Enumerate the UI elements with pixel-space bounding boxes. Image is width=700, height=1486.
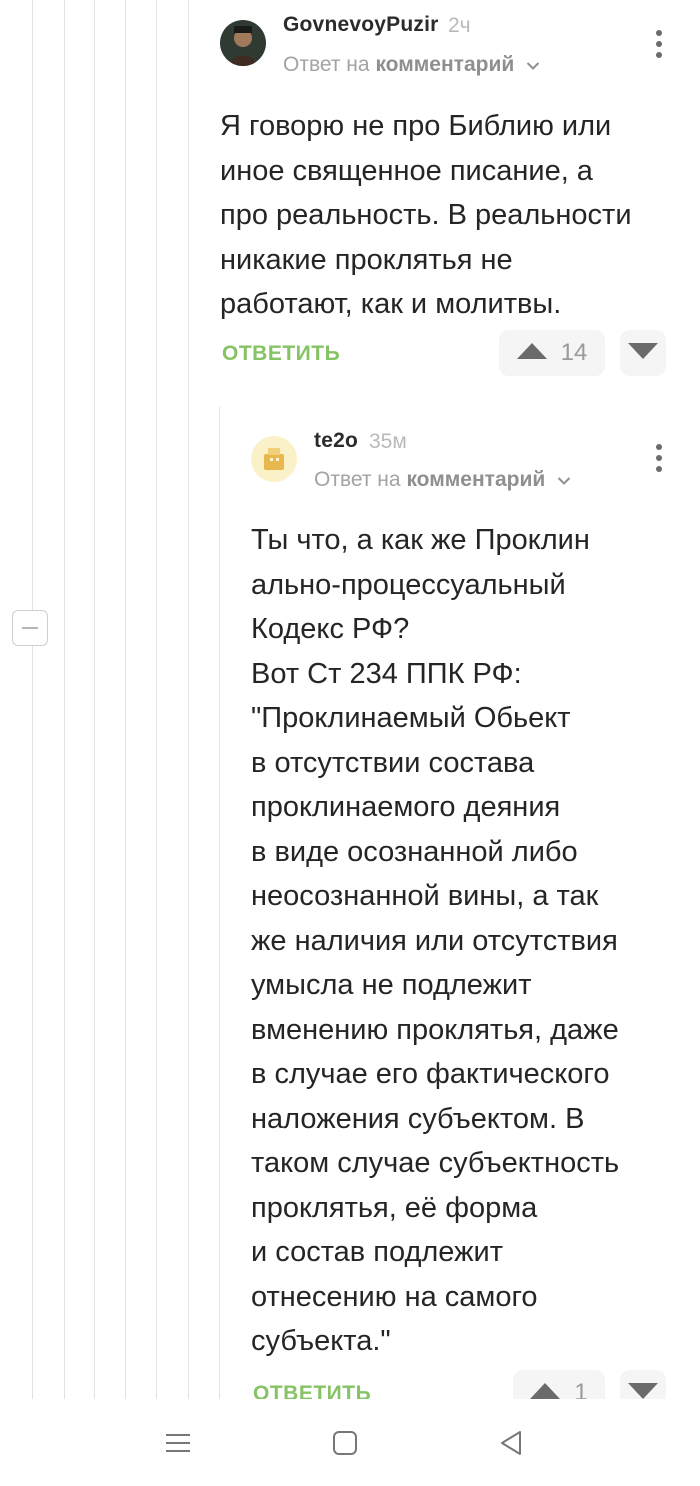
thread-line bbox=[125, 0, 126, 1399]
reply-to-prefix: Ответ на bbox=[314, 468, 401, 491]
thread-line bbox=[64, 0, 65, 1399]
thread-line bbox=[219, 407, 220, 1399]
arrow-up-icon[interactable] bbox=[516, 342, 547, 364]
more-vertical-icon[interactable] bbox=[654, 444, 664, 476]
more-vertical-icon[interactable] bbox=[654, 30, 664, 62]
comment-text: Ты что, а как же Проклин ально-процессуа… bbox=[251, 524, 620, 1357]
avatar[interactable] bbox=[220, 20, 266, 66]
thread-line bbox=[188, 0, 189, 1399]
collapse-thread-button[interactable] bbox=[12, 610, 48, 646]
system-navigation-bar bbox=[0, 1399, 700, 1486]
thread-line bbox=[32, 0, 33, 1399]
reply-to-link[interactable]: Ответ на комментарий bbox=[314, 468, 571, 492]
chevron-down-icon bbox=[557, 468, 571, 492]
username[interactable]: GovnevoyPuzir bbox=[283, 13, 438, 37]
reply-to-target: комментарий bbox=[406, 468, 546, 491]
thread-line bbox=[94, 0, 95, 1399]
timestamp: 2ч bbox=[448, 14, 471, 37]
home-square-icon[interactable] bbox=[332, 1429, 358, 1462]
arrow-down-icon bbox=[628, 342, 658, 364]
username[interactable]: te2o bbox=[314, 429, 358, 453]
downvote-button[interactable] bbox=[620, 330, 666, 376]
menu-icon[interactable] bbox=[164, 1429, 192, 1462]
reply-button[interactable]: ОТВЕТИТЬ bbox=[222, 342, 340, 366]
vote-count: 14 bbox=[560, 339, 588, 366]
back-triangle-icon[interactable] bbox=[498, 1429, 524, 1462]
thread-line bbox=[156, 0, 157, 1399]
avatar[interactable] bbox=[251, 436, 297, 482]
upvote-box[interactable]: 14 bbox=[499, 330, 605, 376]
chevron-down-icon bbox=[526, 53, 540, 77]
reply-to-link[interactable]: Ответ на комментарий bbox=[283, 53, 540, 77]
comment-text: Я говорю не про Библию или иное священно… bbox=[220, 110, 632, 320]
reply-to-target: комментарий bbox=[375, 53, 515, 76]
reply-to-prefix: Ответ на bbox=[283, 53, 370, 76]
timestamp: 35м bbox=[369, 430, 407, 453]
